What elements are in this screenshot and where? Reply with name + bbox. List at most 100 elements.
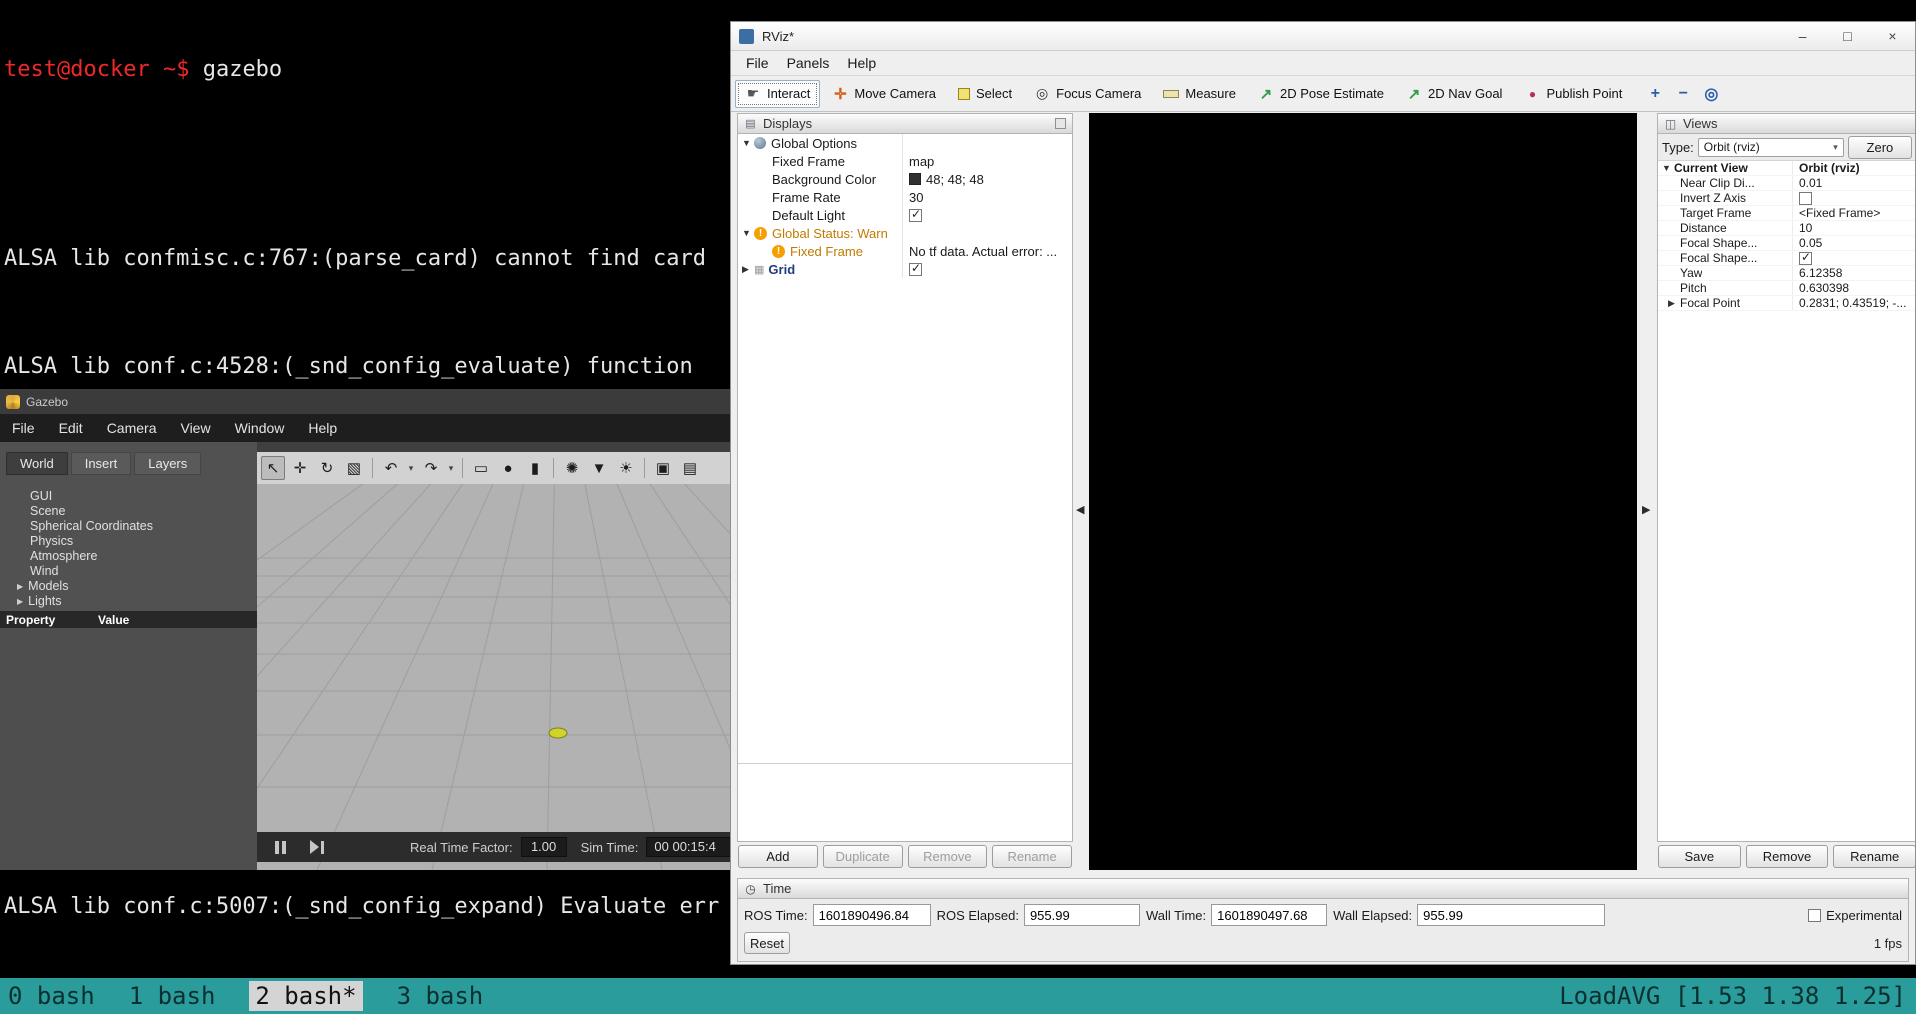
expander-icon[interactable]: ▼	[742, 228, 754, 238]
gazebo-tree-item[interactable]: Scene	[0, 504, 257, 519]
displays-action-button[interactable]: Add	[738, 844, 818, 868]
views-panel-header[interactable]: Views	[1657, 113, 1915, 134]
views-action-button[interactable]: Save	[1658, 844, 1741, 868]
rviz-tool-button[interactable]: Measure	[1153, 80, 1246, 108]
gazebo-tab[interactable]: Insert	[70, 452, 132, 475]
display-row[interactable]: ▶ Grid	[738, 260, 1072, 278]
rviz-tool-button[interactable]: Focus Camera	[1024, 80, 1151, 108]
time-field-input[interactable]	[812, 904, 931, 926]
display-row[interactable]: Fixed Frame map	[738, 152, 1072, 170]
view-property-row[interactable]: Pitch 0.630398	[1658, 281, 1915, 296]
minimize-button[interactable]: –	[1780, 22, 1825, 50]
gazebo-tool-button[interactable]: ▮	[523, 456, 547, 480]
collapse-left-icon[interactable]: ◀	[1076, 503, 1084, 516]
expander-icon[interactable]: ▶	[1668, 298, 1680, 309]
expander-icon[interactable]: ▼	[742, 138, 754, 148]
gazebo-tree-item[interactable]: GUI	[0, 489, 257, 504]
view-row-value[interactable]: 0.01	[1799, 176, 1822, 190]
view-property-row[interactable]: ▼ Current View Orbit (rviz)	[1658, 161, 1915, 176]
expander-icon[interactable]: ▼	[1662, 163, 1674, 173]
displays-action-button[interactable]: Remove	[907, 844, 988, 868]
gazebo-tool-button[interactable]: ↻	[315, 456, 339, 480]
gazebo-tool-button[interactable]: ▼	[587, 456, 611, 480]
view-type-combobox[interactable]: Orbit (rviz) ▾	[1697, 137, 1844, 157]
gazebo-tool-button[interactable]: ▾	[406, 456, 416, 480]
time-field-input[interactable]	[1023, 904, 1140, 926]
rviz-menu-item[interactable]: Help	[838, 53, 885, 73]
rviz-tool-button[interactable]: 2D Pose Estimate	[1248, 80, 1394, 108]
gazebo-tool-button[interactable]: ↖	[261, 456, 285, 480]
rviz-tool-button[interactable]: Interact	[735, 79, 821, 108]
view-row-value[interactable]: 6.12358	[1799, 266, 1842, 280]
gazebo-tool-button[interactable]: ▤	[678, 456, 702, 480]
close-button[interactable]: ×	[1870, 22, 1915, 50]
displays-action-button[interactable]: Duplicate	[822, 844, 903, 868]
view-property-row[interactable]: Target Frame <Fixed Frame>	[1658, 206, 1915, 221]
view-property-row[interactable]: Distance 10	[1658, 221, 1915, 236]
maximize-button[interactable]: □	[1825, 22, 1870, 50]
reset-button[interactable]: Reset	[744, 932, 790, 954]
pause-button[interactable]	[275, 840, 286, 854]
display-row[interactable]: Default Light	[738, 206, 1072, 224]
gazebo-tool-button[interactable]: ☀	[614, 456, 638, 480]
panel-dock-button[interactable]	[1055, 118, 1066, 129]
expand-arrow-icon[interactable]	[17, 597, 23, 606]
tmux-window-item[interactable]: 3 bash	[397, 982, 484, 1010]
gazebo-tool-button[interactable]: ✛	[288, 456, 312, 480]
display-row[interactable]: Fixed Frame No tf data. Actual error: ..…	[738, 242, 1072, 260]
display-row-value[interactable]: No tf data. Actual error: ...	[909, 244, 1057, 259]
view-property-row[interactable]: Focal Shape...	[1658, 251, 1915, 266]
gazebo-tool-button[interactable]	[372, 458, 373, 478]
view-row-value[interactable]: 0.630398	[1799, 281, 1849, 295]
color-swatch[interactable]	[909, 173, 921, 185]
gazebo-tree-item[interactable]: Wind	[0, 564, 257, 579]
rviz-toolbar-small-button[interactable]: −	[1670, 81, 1696, 107]
rviz-tool-button[interactable]: Move Camera	[822, 80, 946, 108]
collapse-right-icon[interactable]: ▶	[1642, 503, 1650, 516]
rviz-tool-button[interactable]: Select	[948, 80, 1022, 108]
view-property-row[interactable]: Near Clip Di... 0.01	[1658, 176, 1915, 191]
gazebo-menu-item[interactable]: View	[180, 420, 210, 436]
row-checkbox[interactable]	[909, 208, 922, 222]
time-field-input[interactable]	[1417, 904, 1606, 926]
rviz-toolbar-small-button[interactable]: ◎	[1698, 81, 1724, 107]
time-panel-header[interactable]: Time	[737, 878, 1909, 899]
display-row-value[interactable]: 30	[909, 190, 923, 205]
gazebo-menu-item[interactable]: Camera	[107, 420, 157, 436]
zero-button[interactable]: Zero	[1847, 135, 1912, 159]
rviz-tool-button[interactable]: 2D Nav Goal	[1396, 80, 1512, 108]
gazebo-menu-item[interactable]: Window	[235, 420, 285, 436]
displays-panel-header[interactable]: Displays	[737, 113, 1073, 134]
scene-model-marker[interactable]	[548, 727, 568, 739]
gazebo-tab[interactable]: World	[6, 452, 68, 475]
gazebo-tool-button[interactable]: ✺	[560, 456, 584, 480]
row-checkbox[interactable]	[1799, 251, 1812, 265]
display-row[interactable]: ▼ Global Status: Warn	[738, 224, 1072, 242]
time-field-input[interactable]	[1211, 904, 1328, 926]
experimental-option[interactable]: Experimental	[1808, 908, 1902, 923]
displays-action-button[interactable]: Rename	[992, 844, 1072, 868]
gazebo-tool-button[interactable]: ▧	[342, 456, 366, 480]
row-checkbox[interactable]	[909, 262, 922, 276]
tmux-window-item[interactable]: 2 bash*	[249, 981, 363, 1011]
gazebo-menu-item[interactable]: Help	[308, 420, 337, 436]
view-row-value[interactable]: 0.05	[1799, 236, 1822, 250]
gazebo-tree-item[interactable]: Models	[0, 579, 257, 594]
gazebo-tool-button[interactable]	[553, 458, 554, 478]
gazebo-menu-item[interactable]: File	[12, 420, 35, 436]
gazebo-tool-button[interactable]	[462, 458, 463, 478]
gazebo-tool-button[interactable]: ▣	[651, 456, 675, 480]
rviz-menu-item[interactable]: File	[737, 53, 778, 73]
tmux-window-item[interactable]: 0 bash	[8, 982, 95, 1010]
gazebo-tool-button[interactable]: ▾	[446, 456, 456, 480]
row-checkbox[interactable]	[1799, 191, 1812, 205]
gazebo-tree-item[interactable]: Atmosphere	[0, 549, 257, 564]
gazebo-tree-item[interactable]: Lights	[0, 594, 257, 609]
gazebo-titlebar[interactable]: Gazebo	[0, 389, 731, 414]
rviz-tool-button[interactable]: Publish Point	[1514, 80, 1632, 108]
view-row-value[interactable]: Orbit (rviz)	[1799, 161, 1860, 175]
gazebo-tree-item[interactable]: Spherical Coordinates	[0, 519, 257, 534]
tmux-window-item[interactable]: 1 bash	[129, 982, 216, 1010]
rviz-toolbar-small-button[interactable]: +	[1642, 81, 1668, 107]
view-property-row[interactable]: Focal Shape... 0.05	[1658, 236, 1915, 251]
